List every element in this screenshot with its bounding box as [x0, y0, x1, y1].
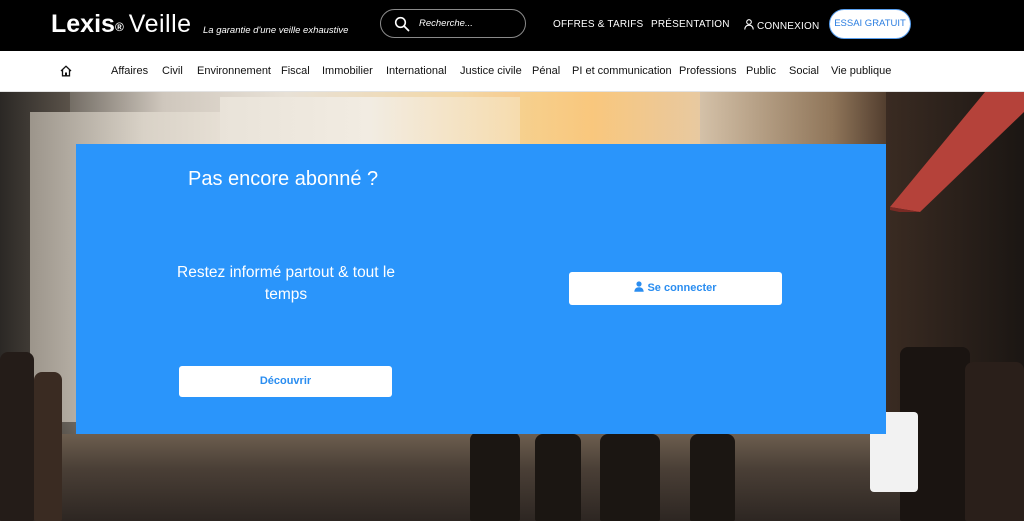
- brand-name-part2: Veille: [128, 10, 192, 38]
- category-pi-communication[interactable]: PI et communication: [572, 65, 672, 77]
- home-icon[interactable]: [60, 65, 72, 77]
- panel-title: Pas encore abonné ?: [188, 168, 379, 190]
- category-immobilier[interactable]: Immobilier: [322, 65, 373, 77]
- category-nav: Affaires Civil Environnement Fiscal Immo…: [0, 51, 1024, 92]
- category-social[interactable]: Social: [789, 65, 819, 77]
- nav-presentation[interactable]: PRÉSENTATION: [651, 19, 730, 30]
- category-international[interactable]: International: [386, 65, 447, 77]
- subscribe-panel: Pas encore abonné ? Restez informé parto…: [76, 144, 886, 434]
- nav-connexion[interactable]: CONNEXION: [744, 19, 819, 32]
- brand-registered-mark: ®: [114, 20, 124, 34]
- brand-tagline: La garantie d'une veille exhaustive: [203, 25, 349, 36]
- search-input[interactable]: Recherche...: [380, 9, 526, 38]
- user-icon: [634, 281, 645, 292]
- brand-logo[interactable]: Lexis® Veille: [51, 9, 192, 39]
- category-fiscal[interactable]: Fiscal: [281, 65, 310, 77]
- decouvrir-button[interactable]: Découvrir: [179, 366, 392, 397]
- category-vie-publique[interactable]: Vie publique: [831, 65, 891, 77]
- panel-subtitle: Restez informé partout & tout le temps: [177, 264, 395, 303]
- top-header: Lexis® Veille La garantie d'une veille ex…: [0, 0, 1024, 51]
- category-affaires[interactable]: Affaires: [111, 65, 148, 77]
- nav-offres-tarifs[interactable]: OFFRES & TARIFS: [553, 19, 643, 30]
- se-connecter-button[interactable]: Se connecter: [569, 272, 782, 305]
- se-connecter-label: Se connecter: [647, 282, 717, 294]
- category-environnement[interactable]: Environnement: [197, 65, 271, 77]
- essai-gratuit-button[interactable]: ESSAI GRATUIT: [829, 9, 911, 39]
- category-public[interactable]: Public: [746, 65, 776, 77]
- hero-section: Pas encore abonné ? Restez informé parto…: [0, 92, 1024, 521]
- category-penal[interactable]: Pénal: [532, 65, 560, 77]
- brand-name-part1: Lexis: [51, 10, 115, 38]
- search-icon[interactable]: [394, 16, 410, 32]
- shop-awning: [890, 92, 1024, 212]
- search-placeholder: Recherche...: [419, 18, 473, 29]
- nav-connexion-label: CONNEXION: [757, 21, 820, 32]
- user-icon: [744, 19, 754, 30]
- category-professions[interactable]: Professions: [679, 65, 736, 77]
- category-justice-civile[interactable]: Justice civile: [460, 65, 522, 77]
- category-civil[interactable]: Civil: [162, 65, 183, 77]
